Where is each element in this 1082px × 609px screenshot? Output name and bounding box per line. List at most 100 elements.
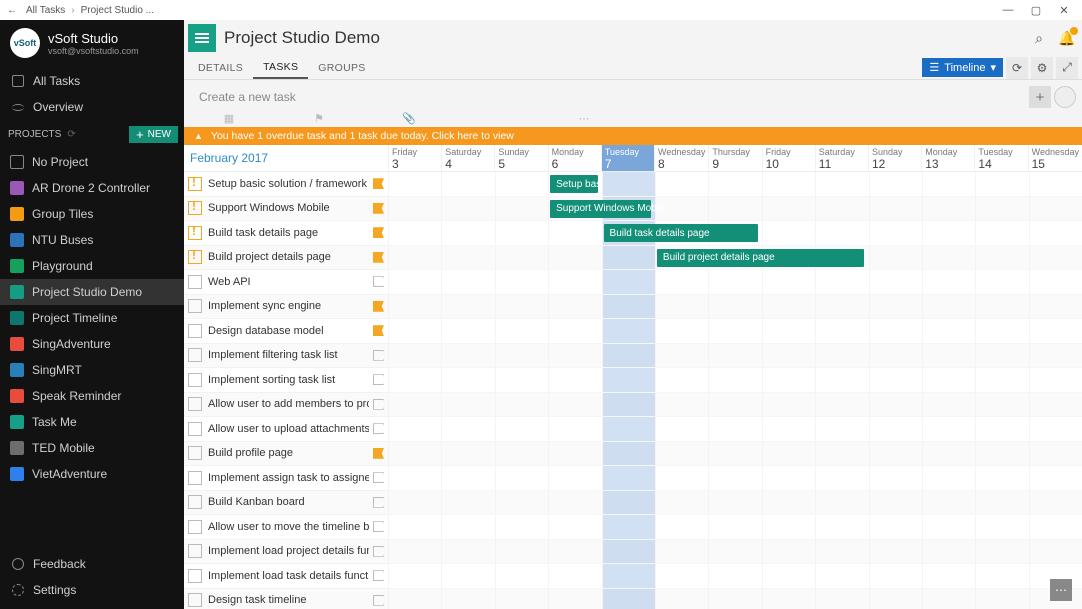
task-checkbox[interactable] — [188, 177, 202, 191]
flag-icon[interactable] — [373, 570, 384, 581]
more-floating-button[interactable]: ⋯ — [1050, 579, 1072, 601]
add-task-button[interactable]: + — [1029, 86, 1051, 108]
timeline-bar[interactable]: Build task details page — [604, 224, 758, 242]
assignee-avatar[interactable] — [1054, 86, 1076, 108]
flag-icon[interactable] — [373, 448, 384, 459]
task-checkbox[interactable] — [188, 299, 202, 313]
task-checkbox[interactable] — [188, 250, 202, 264]
create-task-input[interactable] — [194, 85, 1029, 109]
flag-icon[interactable] — [373, 521, 384, 532]
timeline-bar[interactable]: Build project details page — [657, 249, 865, 267]
window-maximize[interactable]: ▢ — [1022, 4, 1050, 17]
task-checkbox[interactable] — [188, 471, 202, 485]
task-row[interactable]: Allow user to add members to project — [184, 393, 388, 418]
task-checkbox[interactable] — [188, 569, 202, 583]
sidebar-project-vietadv[interactable]: VietAdventure — [0, 461, 184, 487]
feedback-link[interactable]: Feedback — [0, 551, 184, 577]
task-checkbox[interactable] — [188, 593, 202, 607]
task-row[interactable]: Web API — [184, 270, 388, 295]
view-mode-timeline[interactable]: ☰ Timeline ▾ — [922, 58, 1003, 77]
notifications-icon[interactable]: 🔔 — [1058, 29, 1076, 47]
task-checkbox[interactable] — [188, 495, 202, 509]
flag-icon[interactable] — [373, 252, 384, 263]
tab-details[interactable]: DETAILS — [188, 58, 253, 78]
task-checkbox[interactable] — [188, 373, 202, 387]
sidebar-project-singadv[interactable]: SingAdventure — [0, 331, 184, 357]
task-row[interactable]: Implement load task details function — [184, 564, 388, 589]
timeline-bar[interactable]: Support Windows Mobile — [550, 200, 651, 218]
search-icon[interactable]: ⌕ — [1030, 29, 1048, 47]
sidebar-project-proj-tl[interactable]: Project Timeline — [0, 305, 184, 331]
flag-icon[interactable] — [373, 203, 384, 214]
flag-icon[interactable] — [373, 472, 384, 483]
back-button[interactable]: ← — [4, 5, 20, 16]
menu-toggle[interactable] — [188, 24, 216, 52]
flag-icon[interactable] — [373, 350, 384, 361]
task-row[interactable]: Support Windows Mobile — [184, 197, 388, 222]
window-close[interactable]: ✕ — [1050, 4, 1078, 17]
window-minimize[interactable]: — — [994, 4, 1022, 17]
task-checkbox[interactable] — [188, 275, 202, 289]
task-row[interactable]: Allow user to upload attachments to — [184, 417, 388, 442]
flag-icon[interactable] — [373, 374, 384, 385]
task-row[interactable]: Setup basic solution / framework — [184, 172, 388, 197]
settings-button[interactable]: ⚙ — [1031, 57, 1053, 79]
flag-icon[interactable] — [373, 399, 384, 410]
sidebar-project-ntu-buses[interactable]: NTU Buses — [0, 227, 184, 253]
task-checkbox[interactable] — [188, 324, 202, 338]
nav-all-tasks[interactable]: All Tasks — [0, 68, 184, 94]
sidebar-project-singmrt[interactable]: SingMRT — [0, 357, 184, 383]
expand-button[interactable]: ⤢ — [1056, 57, 1078, 79]
new-project-button[interactable]: NEW — [129, 126, 178, 143]
task-row[interactable]: Build profile page — [184, 442, 388, 467]
task-checkbox[interactable] — [188, 397, 202, 411]
flag-icon[interactable] — [373, 423, 384, 434]
task-row[interactable]: Build task details page — [184, 221, 388, 246]
timeline-pane[interactable]: Friday3Saturday4Sunday5Monday6Tuesday7We… — [388, 145, 1082, 609]
sidebar-project-proj-demo[interactable]: Project Studio Demo — [0, 279, 184, 305]
tab-tasks[interactable]: TASKS — [253, 57, 308, 79]
nav-overview[interactable]: Overview — [0, 94, 184, 120]
sidebar-project-group-tiles[interactable]: Group Tiles — [0, 201, 184, 227]
timeline-bar[interactable]: Setup bas — [550, 175, 597, 193]
refresh-projects-icon[interactable]: ⟳ — [67, 129, 75, 140]
flag-icon[interactable] — [373, 178, 384, 189]
overdue-alert[interactable]: You have 1 overdue task and 1 task due t… — [184, 127, 1082, 145]
sidebar-project-taskme[interactable]: Task Me — [0, 409, 184, 435]
task-row[interactable]: Implement load project details functi — [184, 540, 388, 565]
flag-icon[interactable] — [373, 497, 384, 508]
task-row[interactable]: Design task timeline — [184, 589, 388, 609]
refresh-button[interactable]: ⟳ — [1006, 57, 1028, 79]
breadcrumb-all-tasks[interactable]: All Tasks — [20, 5, 71, 16]
flag-icon[interactable]: ⚑ — [274, 112, 364, 125]
flag-icon[interactable] — [373, 595, 384, 606]
task-row[interactable]: Build Kanban board — [184, 491, 388, 516]
task-checkbox[interactable] — [188, 422, 202, 436]
flag-icon[interactable] — [373, 301, 384, 312]
sidebar-project-no-project[interactable]: No Project — [0, 149, 184, 175]
flag-icon[interactable] — [373, 325, 384, 336]
task-checkbox[interactable] — [188, 201, 202, 215]
task-checkbox[interactable] — [188, 348, 202, 362]
task-checkbox[interactable] — [188, 226, 202, 240]
sidebar-project-playground[interactable]: Playground — [0, 253, 184, 279]
flag-icon[interactable] — [373, 227, 384, 238]
task-row[interactable]: Implement sync engine — [184, 295, 388, 320]
sidebar-project-ar-drone[interactable]: AR Drone 2 Controller — [0, 175, 184, 201]
task-checkbox[interactable] — [188, 520, 202, 534]
flag-icon[interactable] — [373, 276, 384, 287]
breadcrumb-project[interactable]: Project Studio ... — [75, 5, 160, 16]
task-checkbox[interactable] — [188, 544, 202, 558]
more-icon[interactable]: ⋯ — [454, 112, 714, 125]
calendar-icon[interactable]: ▦ — [184, 112, 274, 125]
settings-link[interactable]: Settings — [0, 577, 184, 603]
task-row[interactable]: Implement filtering task list — [184, 344, 388, 369]
task-row[interactable]: Design database model — [184, 319, 388, 344]
task-checkbox[interactable] — [188, 446, 202, 460]
task-row[interactable]: Allow user to move the timeline bar o — [184, 515, 388, 540]
sidebar-project-speak[interactable]: Speak Reminder — [0, 383, 184, 409]
sidebar-project-ted[interactable]: TED Mobile — [0, 435, 184, 461]
task-row[interactable]: Build project details page — [184, 246, 388, 271]
task-row[interactable]: Implement sorting task list — [184, 368, 388, 393]
attachment-icon[interactable]: 📎 — [364, 112, 454, 125]
